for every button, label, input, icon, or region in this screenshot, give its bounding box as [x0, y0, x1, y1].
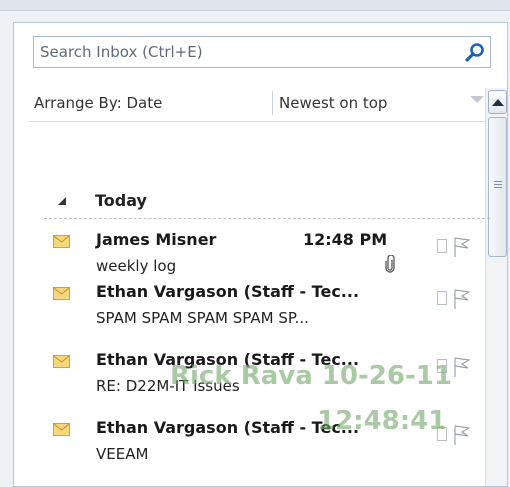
scroll-thumb[interactable]: [488, 117, 507, 257]
category-box-icon[interactable]: [437, 239, 447, 253]
arrange-by-button[interactable]: Arrange By: Date: [34, 94, 162, 112]
sort-order-button[interactable]: Newest on top: [279, 94, 387, 112]
envelope-icon: [53, 423, 70, 436]
message-sender: James Misner: [96, 230, 217, 249]
group-label: Today: [95, 191, 147, 210]
arrange-bar: Arrange By: Date Newest on top: [29, 87, 499, 122]
collapse-triangle-icon[interactable]: [58, 197, 66, 205]
scroll-up-button[interactable]: [488, 90, 507, 114]
message-subject: VEEAM: [96, 445, 149, 463]
grip-line: [494, 181, 502, 182]
grip-line: [494, 187, 502, 188]
watermark-line2: 12:48:41: [317, 406, 447, 436]
window-top-bar: [0, 0, 510, 11]
grip-line: [494, 184, 502, 185]
scroll-up-arrow-icon: [492, 99, 504, 106]
message-time: 12:48 PM: [303, 230, 388, 249]
search-input[interactable]: [34, 37, 454, 67]
envelope-icon: [53, 355, 70, 368]
message-sender: Ethan Vargason (Staff - Tec...: [96, 282, 360, 301]
paperclip-icon: [385, 255, 395, 273]
flag-icon[interactable]: [453, 424, 471, 446]
search-icon[interactable]: [464, 41, 486, 63]
flag-icon[interactable]: [453, 288, 471, 310]
message-subject: weekly log: [96, 257, 177, 275]
message-subject: SPAM SPAM SPAM SPAM SP...: [96, 309, 309, 327]
flag-icon[interactable]: [453, 356, 471, 378]
vertical-scrollbar[interactable]: [485, 88, 507, 486]
flag-icon[interactable]: [453, 236, 471, 258]
watermark-line1: Rick Rava 10-26-11: [170, 361, 452, 391]
category-box-icon[interactable]: [437, 291, 447, 305]
group-divider: [44, 218, 490, 219]
sort-dropdown-icon[interactable]: [470, 96, 484, 103]
message-item[interactable]: Ethan Vargason (Staff - Tec... SPAM SPAM…: [29, 279, 484, 345]
envelope-icon: [53, 235, 70, 248]
search-box[interactable]: [33, 36, 491, 68]
mail-list-panel: Arrange By: Date Newest on top Today Jam…: [13, 22, 508, 487]
arrange-separator: [272, 91, 273, 115]
envelope-icon: [53, 287, 70, 300]
